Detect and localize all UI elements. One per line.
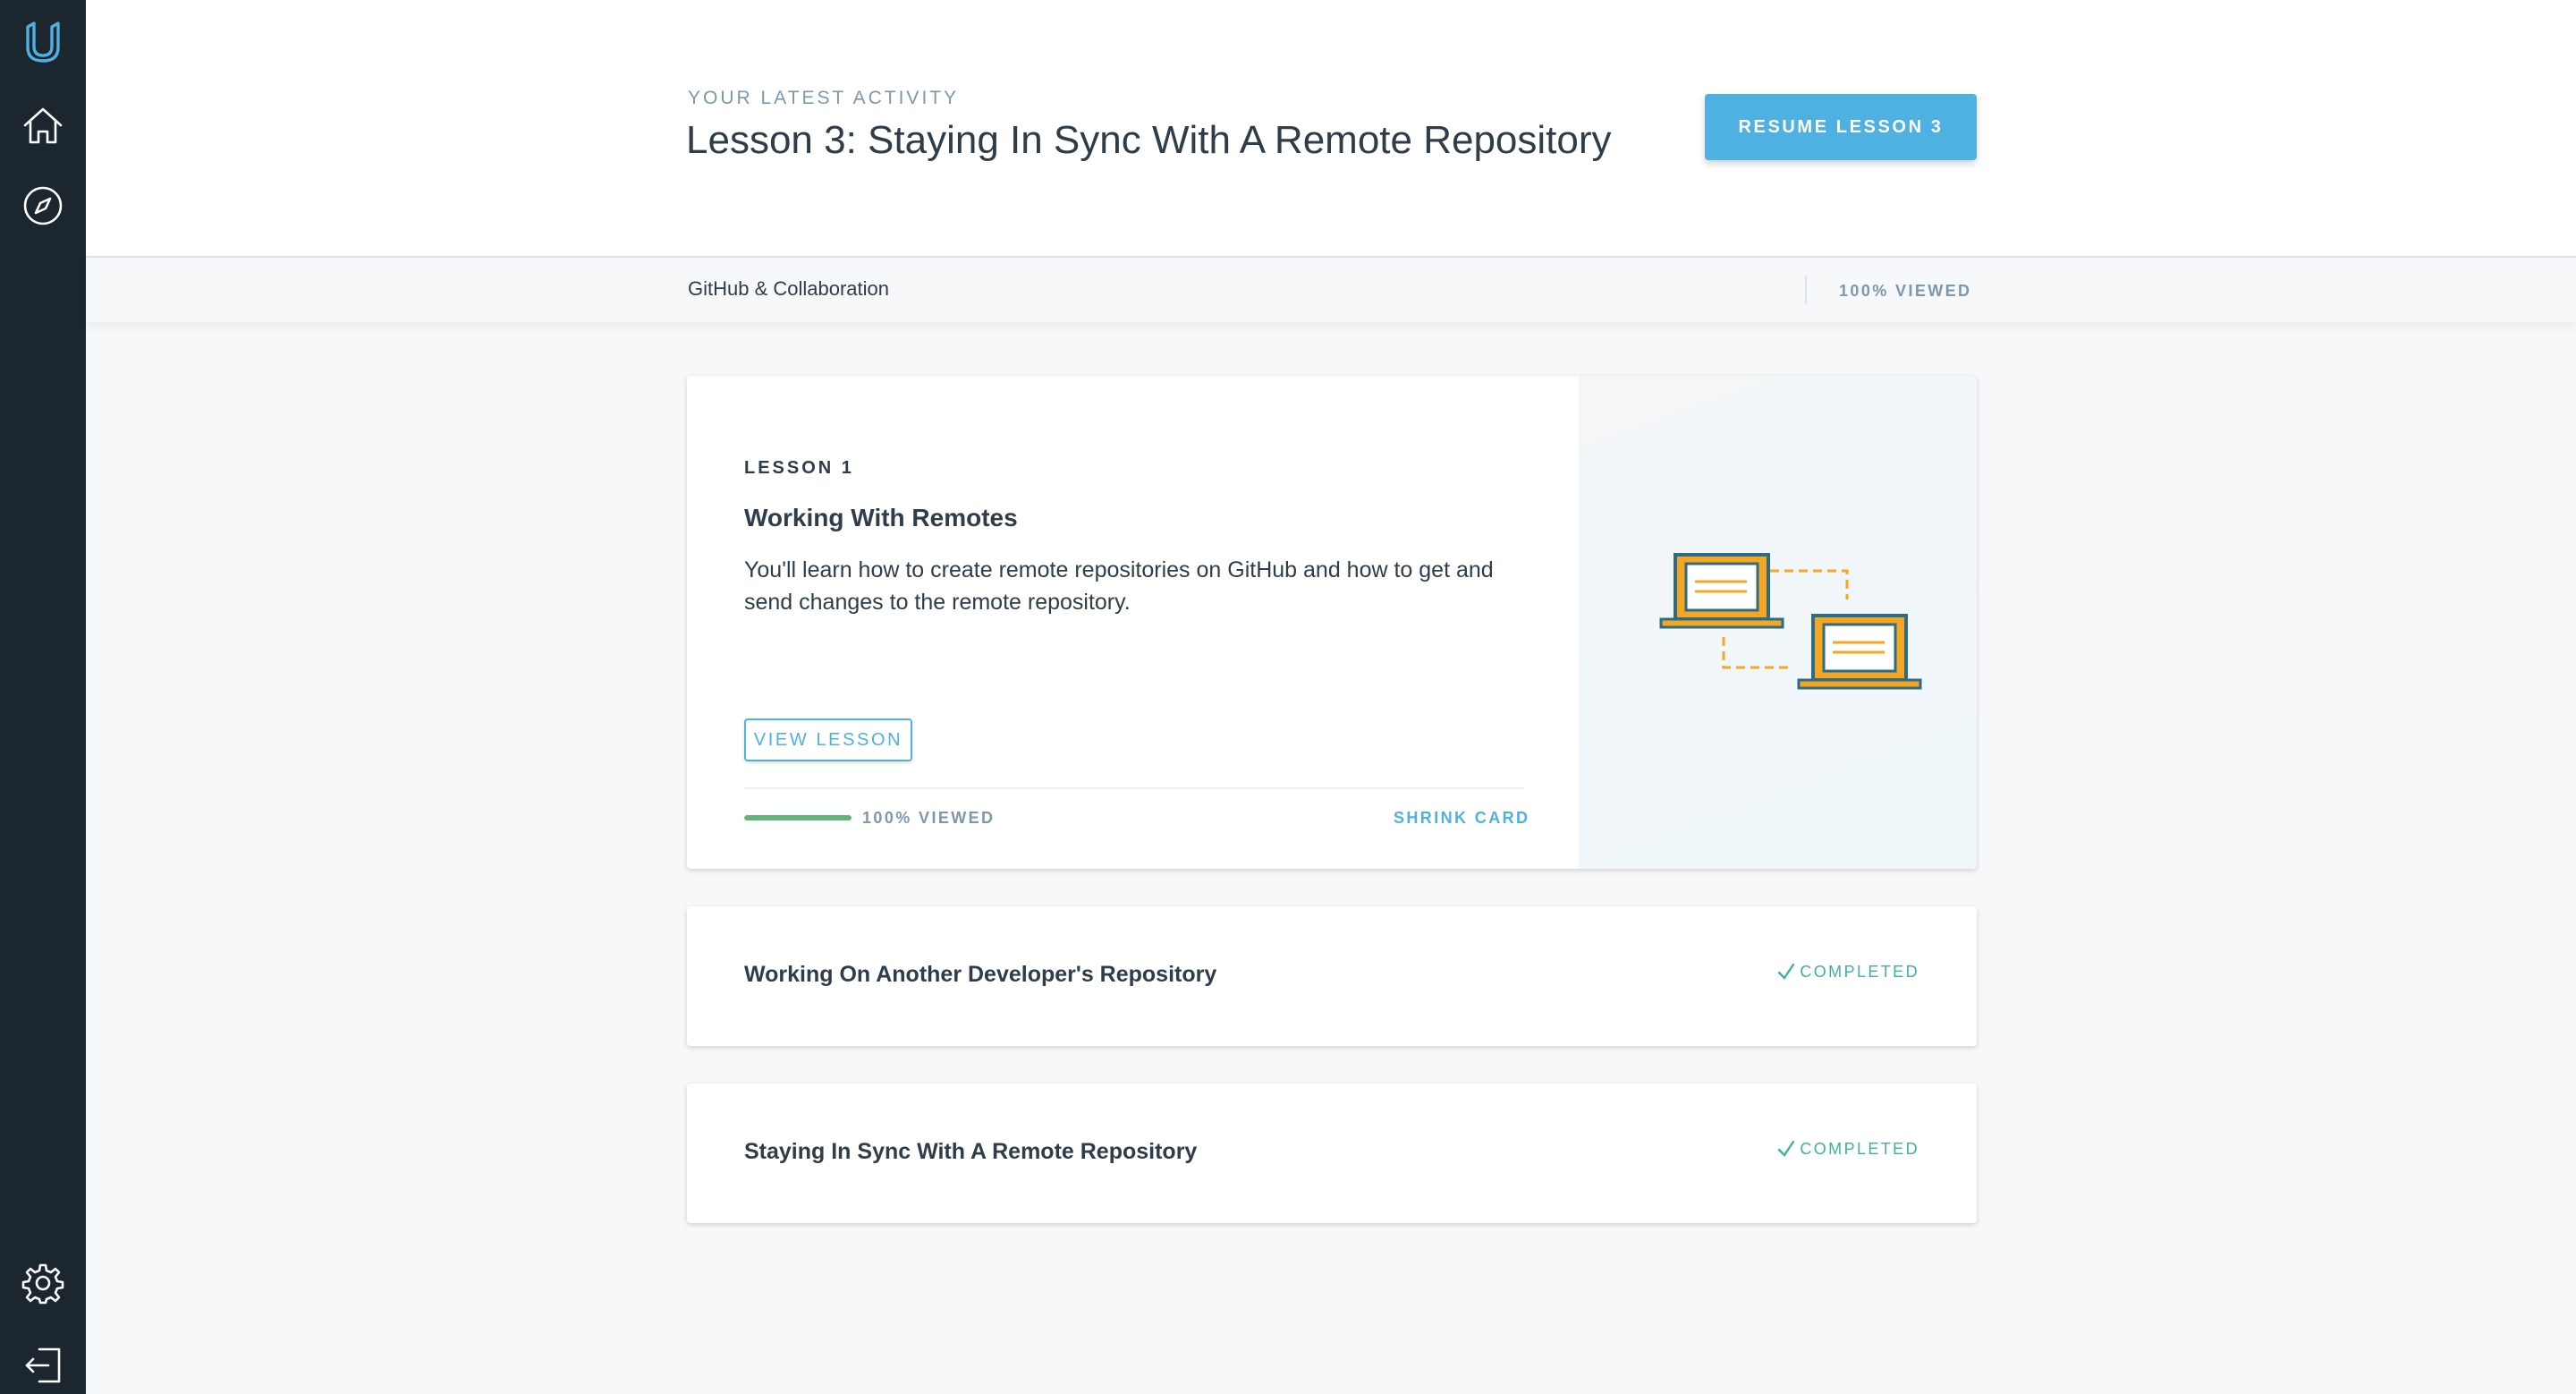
checkmark-icon [1778,963,1795,980]
lesson-card-collapsed[interactable]: Staying In Sync With A Remote Repository… [687,1084,1977,1223]
completed-label: COMPLETED [1800,1139,1919,1158]
latest-lesson-title: Lesson 3: Staying In Sync With A Remote … [686,118,1612,162]
lesson-illustration [1579,376,1977,869]
main-content: YOUR LATEST ACTIVITY Lesson 3: Staying I… [86,0,2576,1394]
home-icon[interactable] [16,98,70,152]
gear-icon[interactable] [16,1256,70,1310]
lesson-progress-text: 100% VIEWED [862,809,996,827]
course-progress-bar: GitHub & Collaboration 100% VIEWED [86,256,2576,322]
lesson-progress-bar [744,815,852,820]
view-lesson-button[interactable]: VIEW LESSON [744,718,912,761]
lesson-progress-fill [744,815,852,820]
shrink-card-link[interactable]: SHRINK CARD [1394,809,1530,828]
latest-activity-eyebrow: YOUR LATEST ACTIVITY [688,88,960,108]
latest-activity-header: YOUR LATEST ACTIVITY Lesson 3: Staying I… [86,0,2576,256]
course-name: GitHub & Collaboration [688,277,890,300]
laptops-sync-illustration [1659,553,1922,690]
sidebar [0,0,86,1394]
lesson-title: Working With Remotes [744,504,1018,531]
resume-lesson-button[interactable]: RESUME LESSON 3 [1705,94,1977,160]
completed-status: COMPLETED [1776,1139,1919,1159]
completed-label: COMPLETED [1800,962,1919,981]
completed-status: COMPLETED [1776,962,1919,982]
lesson-title: Working On Another Developer's Repositor… [744,962,1217,987]
lesson-description: You'll learn how to create remote reposi… [744,557,1494,615]
checkmark-icon [1778,1140,1795,1157]
lesson-card-expanded: LESSON 1 Working With Remotes You'll lea… [687,376,1977,869]
compass-icon[interactable] [16,179,70,233]
lesson-number-label: LESSON 1 [744,458,854,478]
lesson-title: Staying In Sync With A Remote Repository [744,1139,1198,1164]
udacity-logo-icon[interactable] [16,14,70,68]
divider [744,787,1524,789]
divider [1805,276,1807,304]
lesson-card-collapsed[interactable]: Working On Another Developer's Repositor… [687,906,1977,1046]
course-progress-text: 100% VIEWED [1839,282,1972,300]
logout-icon[interactable] [16,1339,70,1392]
